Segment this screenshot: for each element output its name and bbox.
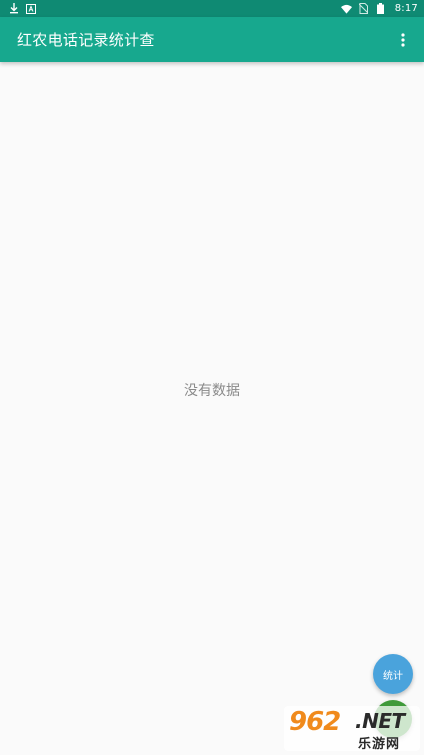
statistics-fab-label: 统计	[383, 670, 403, 682]
watermark-number: 962	[289, 707, 341, 737]
watermark-logo: 962 .NET 乐游网	[284, 706, 420, 752]
status-bar: 8:17	[0, 0, 424, 17]
status-time: 8:17	[394, 3, 418, 14]
download-icon	[8, 3, 19, 14]
statistics-fab-button[interactable]: 统计	[373, 654, 413, 694]
app-title: 红农电话记录统计查	[17, 31, 155, 49]
overflow-menu-button[interactable]	[388, 25, 418, 55]
screen: 8:17 红农电话记录统计查 没有数据 统计 962 .NET 乐游网	[0, 0, 424, 755]
app-bar: 红农电话记录统计查	[0, 17, 424, 62]
status-right: 8:17	[340, 3, 418, 14]
empty-state-text: 没有数据	[184, 383, 240, 399]
battery-icon	[375, 3, 386, 14]
status-left	[8, 3, 36, 14]
wifi-icon	[340, 3, 352, 14]
a-badge-icon	[25, 3, 36, 14]
watermark-suffix: .NET	[355, 709, 405, 733]
watermark-subtitle: 乐游网	[358, 737, 401, 752]
more-vert-icon	[401, 32, 405, 47]
no-sim-icon	[358, 3, 369, 14]
